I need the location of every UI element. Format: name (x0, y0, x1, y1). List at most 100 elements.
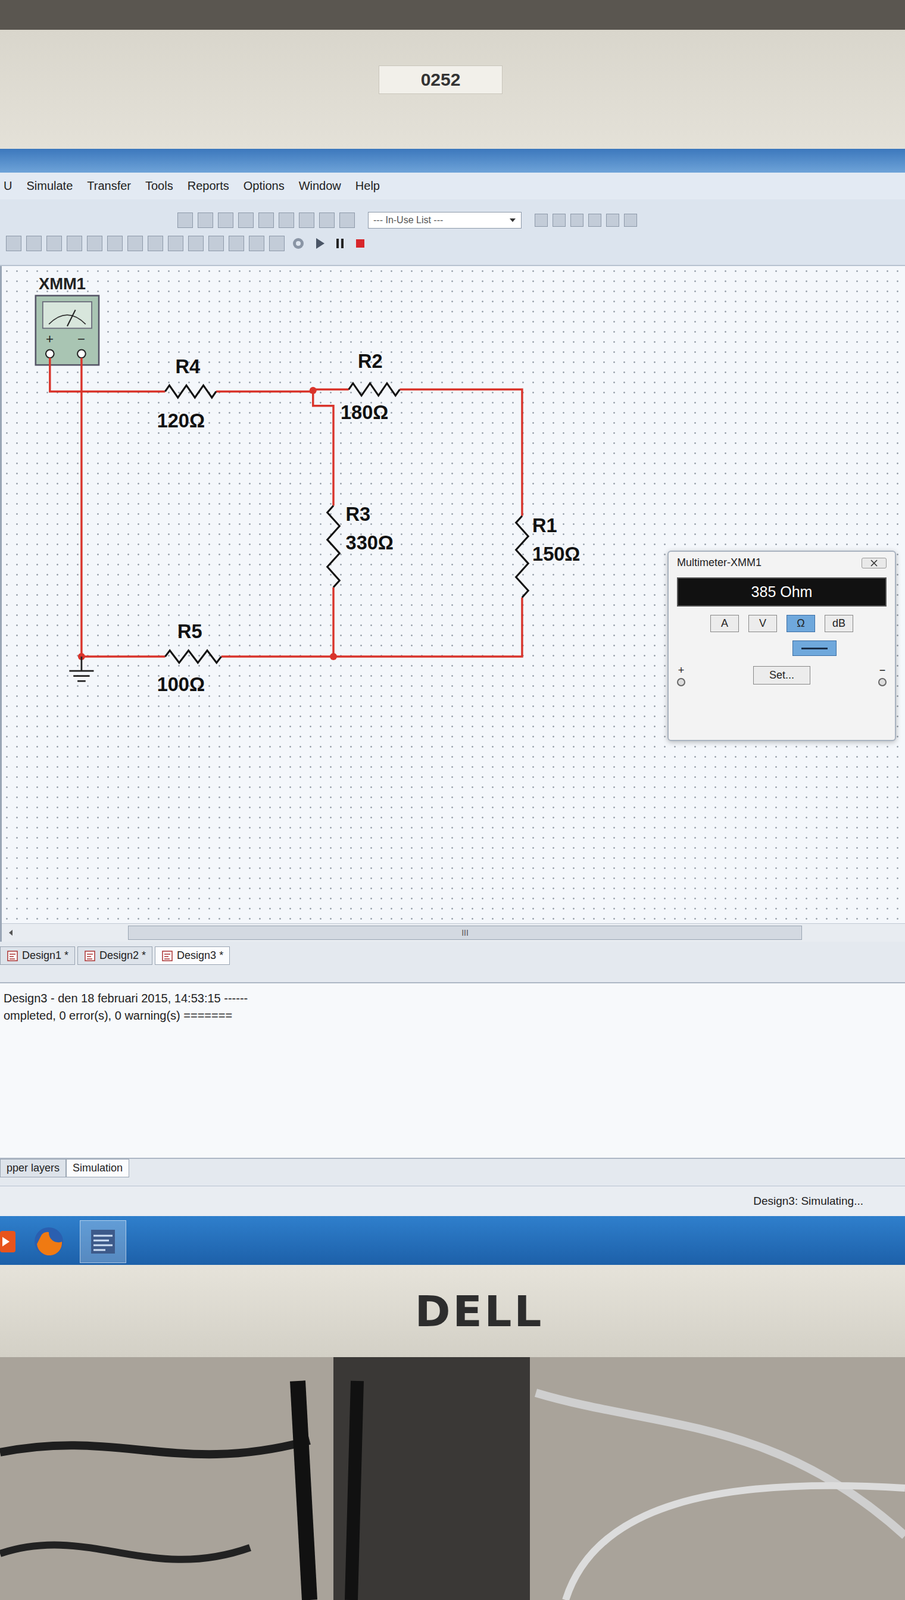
in-use-list-dropdown[interactable]: --- In-Use List --- (367, 211, 522, 229)
firefox-logo-icon (30, 1224, 67, 1260)
multisim-icon[interactable] (79, 1220, 127, 1264)
mode-buttons: AVΩdB (676, 615, 887, 633)
resistor-value: 180Ω (340, 401, 389, 424)
schematic-icon (161, 950, 174, 963)
output-line: Design3 - den 18 februari 2015, 14:53:15… (3, 991, 902, 1006)
taskbar (0, 1216, 905, 1266)
terminal[interactable]: + (676, 664, 686, 687)
play-icon[interactable] (311, 234, 328, 253)
resistor-value: 120Ω (157, 410, 205, 432)
tool-icon[interactable] (588, 213, 602, 227)
mode-button[interactable]: dB (824, 615, 854, 633)
tool-icon[interactable] (269, 235, 285, 252)
terminal-label: − (77, 331, 86, 347)
tool-icon[interactable] (298, 212, 315, 229)
firefox-icon[interactable] (26, 1221, 72, 1263)
tool-icon[interactable] (26, 235, 42, 252)
horizontal-scrollbar[interactable]: III (1, 923, 905, 942)
media-player-icon[interactable] (0, 1221, 18, 1263)
tool-icon[interactable] (46, 235, 62, 252)
meter-label: XMM1 (38, 274, 86, 293)
tool-icon[interactable] (552, 213, 566, 227)
reading-display: 385 Ohm (676, 577, 887, 607)
dc-mode-button[interactable] (792, 640, 837, 657)
terminals-row: + Set... − (676, 664, 887, 687)
tool-icon[interactable] (217, 212, 234, 229)
menu-item[interactable]: Options (243, 179, 285, 193)
resistor[interactable]: R2 180Ω (340, 350, 400, 424)
close-button[interactable] (861, 557, 887, 569)
scrollbar-thumb[interactable]: III (128, 925, 802, 941)
tool-icon[interactable] (107, 235, 123, 252)
tool-icon[interactable] (248, 235, 265, 252)
tool-icon[interactable] (339, 212, 355, 229)
design-tabs: Design1 *Design2 *Design3 * (0, 941, 905, 984)
mode-button[interactable]: A (710, 615, 739, 633)
tool-icon[interactable] (197, 212, 214, 229)
title-bar (0, 148, 905, 173)
panel-tab[interactable]: pper layers (0, 1159, 67, 1178)
wires (50, 357, 523, 657)
tool-icon[interactable] (188, 235, 204, 252)
menu-item[interactable]: U (3, 179, 12, 193)
resistor-name: R2 (357, 350, 383, 373)
menu-item[interactable]: Transfer (86, 179, 131, 193)
asset-label: 0252 (378, 65, 504, 95)
resistor-value: 100Ω (157, 673, 205, 696)
toolbars: --- In-Use List --- (0, 199, 905, 267)
design-tab[interactable]: Design2 * (77, 946, 153, 966)
menu-item[interactable]: Window (298, 179, 342, 193)
tool-icon[interactable] (319, 212, 335, 229)
panel-tab[interactable]: Simulation (66, 1159, 130, 1178)
toolbar-row (0, 234, 905, 253)
resistor-name: R1 (532, 515, 558, 537)
scroll-left-icon[interactable] (6, 928, 15, 938)
pause-icon[interactable] (332, 234, 348, 253)
design-tab[interactable]: Design1 * (0, 946, 76, 966)
multisim-logo-icon (85, 1224, 121, 1260)
menu-item[interactable]: Help (355, 179, 380, 193)
tool-icon[interactable] (167, 235, 184, 252)
resistor[interactable]: R5100Ω (157, 620, 222, 696)
gear-icon[interactable] (289, 234, 308, 253)
tool-icon[interactable] (5, 235, 22, 252)
tool-icon[interactable] (238, 212, 254, 229)
design-tab[interactable]: Design3 * (154, 946, 230, 966)
mode-button[interactable]: V (748, 615, 777, 633)
tool-icon[interactable] (147, 235, 164, 252)
schematic-canvas[interactable]: XMM1 + − R4120Ω R2 180Ω R3330Ω R1150Ω R5100Ω Mult… (0, 266, 905, 942)
tool-icon[interactable] (127, 235, 143, 252)
mode-button[interactable]: Ω (786, 615, 816, 633)
tool-icon[interactable] (623, 213, 638, 227)
multimeter-window[interactable]: Multimeter-XMM1 385 Ohm AVΩdB + Set... − (667, 550, 897, 742)
tool-icon[interactable] (278, 212, 295, 229)
menu-item[interactable]: Reports (187, 179, 230, 193)
panel-tabs: pper layersSimulation (0, 1159, 905, 1187)
multimeter-symbol[interactable]: XMM1 + − (35, 274, 99, 365)
tool-icon[interactable] (86, 235, 103, 252)
tool-icon[interactable] (208, 235, 224, 252)
tool-icon[interactable] (534, 213, 548, 227)
schematic-icon (83, 950, 96, 963)
close-icon (869, 559, 879, 567)
resistor[interactable]: R1150Ω (516, 515, 581, 598)
set-button[interactable]: Set... (753, 666, 811, 685)
tool-icon[interactable] (177, 212, 193, 229)
resistor[interactable]: R4120Ω (157, 356, 217, 432)
tool-icon[interactable] (228, 235, 245, 252)
menu-item[interactable]: Tools (145, 179, 174, 193)
window-title-bar: Multimeter-XMM1 (676, 556, 887, 570)
tool-icon[interactable] (570, 213, 584, 227)
stop-icon[interactable] (352, 234, 368, 253)
terminal-label: + (45, 331, 54, 347)
status-bar: Design3: Simulating... (0, 1186, 905, 1217)
brand-logo: DELL (414, 1286, 545, 1337)
ground-icon[interactable] (69, 656, 94, 682)
terminal[interactable]: − (878, 664, 887, 687)
resistor[interactable]: R3330Ω (327, 503, 394, 588)
schematic-icon (6, 950, 19, 963)
tool-icon[interactable] (606, 213, 620, 227)
tool-icon[interactable] (66, 235, 83, 252)
tool-icon[interactable] (258, 212, 274, 229)
menu-item[interactable]: Simulate (26, 179, 73, 193)
